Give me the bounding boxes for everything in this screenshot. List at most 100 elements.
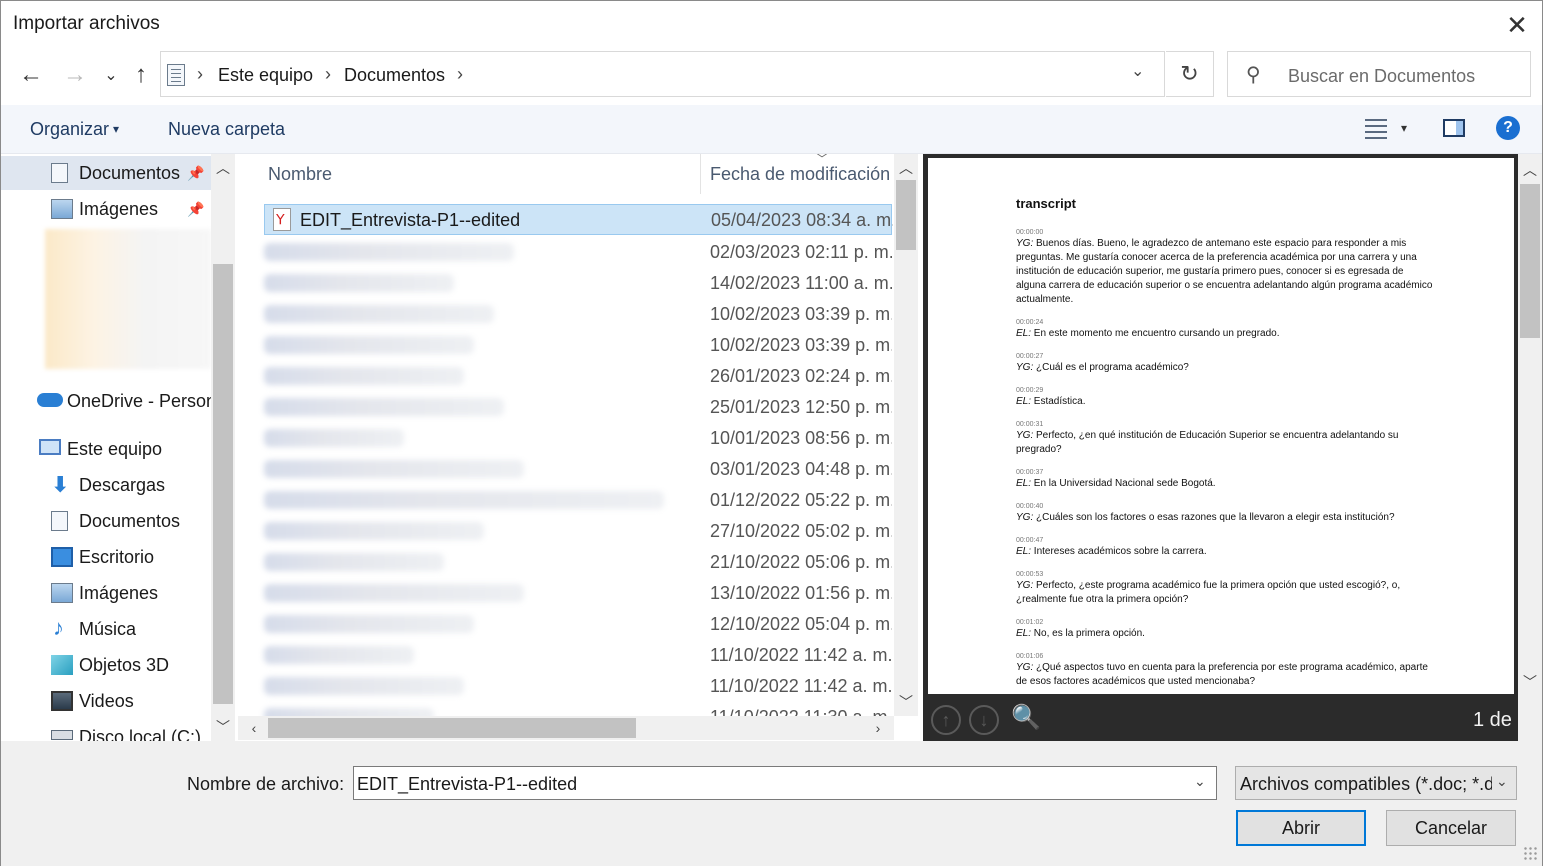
organize-menu[interactable]: Organizar ▾ [30,119,119,140]
breadcrumb-documentos[interactable]: Documentos [344,65,445,86]
file-list-vertical-scrollbar[interactable]: ︿ ﹀ [894,154,918,716]
transcript-entry: 00:00:47 EL: Intereses académicos sobre l… [1016,536,1436,559]
column-separator[interactable] [700,154,701,194]
transcript-utterance: YG: Perfecto, ¿este programa académico f… [1016,579,1436,607]
file-date: 11/10/2022 11:42 a. m. [710,676,892,696]
sidebar-item-documentos-pinned[interactable]: Documentos 📌 [1,156,211,190]
chevron-right-icon[interactable]: › [457,64,463,85]
transcript-timestamp: 00:00:31 [1016,421,1044,428]
speaker-label: EL: [1016,478,1032,489]
computer-icon [39,439,61,455]
sidebar-item-imagenes-pinned[interactable]: Imágenes 📌 [1,192,211,226]
transcript-entry: 00:00:24 EL: En este momento me encuentro… [1016,318,1436,341]
help-icon[interactable]: ? [1496,116,1520,140]
recent-locations-dropdown[interactable]: ⌄ [97,61,125,89]
sidebar-item-imagenes[interactable]: Imágenes [1,576,211,610]
file-row[interactable]: 21/10/2022 05:06 p. m. [238,547,892,578]
blurred-file-name [264,677,464,695]
sidebar-scrollbar[interactable]: ︿ ﹀ [211,154,235,741]
navigation-pane: Documentos 📌 Imágenes 📌 OneDrive - Perso… [1,154,237,741]
refresh-button[interactable]: ↻ [1166,51,1214,97]
scrollbar-thumb[interactable] [213,264,233,704]
transcript-entry: 00:00:29 EL: Estadística. [1016,386,1436,409]
file-row-selected[interactable]: EDIT_Entrevista-P1--edited 05/04/2023 08… [264,204,893,235]
sidebar-item-disco-local[interactable]: Disco local (C:) [1,720,211,741]
video-icon [51,691,73,711]
column-header-name[interactable]: Nombre [268,164,332,185]
preview-pane-toggle-icon[interactable] [1443,119,1465,137]
chevron-down-icon[interactable]: ⌄ [1194,773,1206,790]
find-in-document-icon[interactable]: 🔍 [1011,703,1041,732]
file-row[interactable]: 25/01/2023 12:50 p. m. [238,392,892,423]
forward-button[interactable]: → [61,61,89,89]
sidebar-item-escritorio[interactable]: Escritorio [1,540,211,574]
file-row[interactable]: 11/10/2022 11:42 a. m. [238,671,892,702]
column-header-date[interactable]: Fecha de modificación [710,164,890,185]
sidebar-item-este-equipo[interactable]: Este equipo [1,432,211,466]
transcript-timestamp: 00:00:53 [1016,571,1044,578]
open-button[interactable]: Abrir [1236,810,1366,846]
transcript-timestamp: 00:00:29 [1016,387,1044,394]
sidebar-item-onedrive[interactable]: OneDrive - Person [1,384,216,418]
file-type-value: Archivos compatibles (*.doc; *.docx; *.p… [1240,774,1492,794]
sidebar-item-videos[interactable]: Videos [1,684,211,718]
file-date: 14/02/2023 11:00 a. m. [710,273,892,293]
scroll-up-icon[interactable]: ︿ [894,156,918,180]
search-input[interactable]: Buscar en Documentos [1288,66,1475,87]
scroll-down-icon[interactable]: ﹀ [1518,670,1542,694]
scrollbar-thumb[interactable] [896,180,916,250]
file-row[interactable]: 02/03/2023 02:11 p. m. [238,237,892,268]
file-row[interactable]: 10/01/2023 08:56 p. m. [238,423,892,454]
scroll-down-icon[interactable]: ﹀ [211,715,235,739]
file-name-area: Nombre de archivo: EDIT_Entrevista-P1--e… [1,741,1542,866]
sidebar-item-documentos[interactable]: Documentos [1,504,211,538]
scroll-down-icon[interactable]: ﹀ [894,690,918,714]
back-button[interactable]: ← [17,61,45,89]
scroll-up-icon[interactable]: ︿ [1518,158,1542,182]
up-button[interactable]: ↑ [127,61,155,89]
file-row[interactable]: 26/01/2023 02:24 p. m. [238,361,892,392]
scrollbar-thumb[interactable] [268,718,636,738]
scroll-left-icon[interactable]: ‹ [242,716,266,740]
file-type-filter[interactable]: Archivos compatibles (*.doc; *.docx; *.p… [1235,766,1517,800]
filename-field[interactable]: EDIT_Entrevista-P1--edited ⌄ [353,766,1217,800]
file-row[interactable]: 14/02/2023 11:00 a. m. [238,268,892,299]
document-folder-icon [167,64,185,86]
file-row[interactable]: 10/02/2023 03:39 p. m. [238,299,892,330]
cancel-button[interactable]: Cancelar [1386,810,1516,846]
new-folder-button[interactable]: Nueva carpeta [168,119,285,140]
preview-doc-title: transcript [1016,196,1076,211]
address-bar[interactable]: › Este equipo › Documentos › [160,51,1165,97]
file-row[interactable]: 10/02/2023 03:39 p. m. [238,330,892,361]
scroll-up-icon[interactable]: ︿ [211,156,235,180]
sidebar-item-descargas[interactable]: ⬇ Descargas [1,468,211,502]
file-row[interactable]: 03/01/2023 04:48 p. m. [238,454,892,485]
filename-value: EDIT_Entrevista-P1--edited [357,774,578,794]
scrollbar-thumb[interactable] [1520,184,1540,338]
chevron-right-icon[interactable]: › [325,64,331,85]
chevron-right-icon[interactable]: › [197,64,203,85]
chevron-down-icon[interactable]: ⌄ [1496,773,1508,790]
next-page-icon[interactable]: ↓ [969,705,999,735]
file-row[interactable]: 11/10/2022 11:42 a. m. [238,640,892,671]
file-row[interactable]: 13/10/2022 01:56 p. m. [238,578,892,609]
utterance-text: No, es la primera opción. [1031,628,1145,639]
search-box[interactable]: ⚲ Buscar en Documentos [1227,51,1531,97]
previous-page-icon[interactable]: ↑ [931,705,961,735]
breadcrumb-este-equipo[interactable]: Este equipo [218,65,313,86]
sidebar-item-musica[interactable]: ♪ Música [1,612,211,646]
close-icon[interactable]: ✕ [1499,7,1535,43]
view-caret-down-icon[interactable]: ▾ [1401,121,1407,135]
view-options-icon[interactable] [1365,119,1387,139]
sidebar-item-objetos-3d[interactable]: Objetos 3D [1,648,211,682]
scroll-right-icon[interactable]: › [866,716,890,740]
address-dropdown-icon[interactable]: ⌄ [1131,61,1151,81]
file-date: 10/02/2023 03:39 p. m. [710,304,892,324]
preview-scrollbar[interactable]: ︿ ﹀ [1518,154,1542,694]
file-row[interactable]: 27/10/2022 05:02 p. m. [238,516,892,547]
resize-grip[interactable] [1523,846,1539,862]
file-row[interactable]: 01/12/2022 05:22 p. m. [238,485,892,516]
file-list-horizontal-scrollbar[interactable]: ‹ › [238,716,894,740]
transcript-entry: 00:00:40 YG: ¿Cuáles son los factores o e… [1016,502,1436,525]
file-row[interactable]: 12/10/2022 05:04 p. m. [238,609,892,640]
